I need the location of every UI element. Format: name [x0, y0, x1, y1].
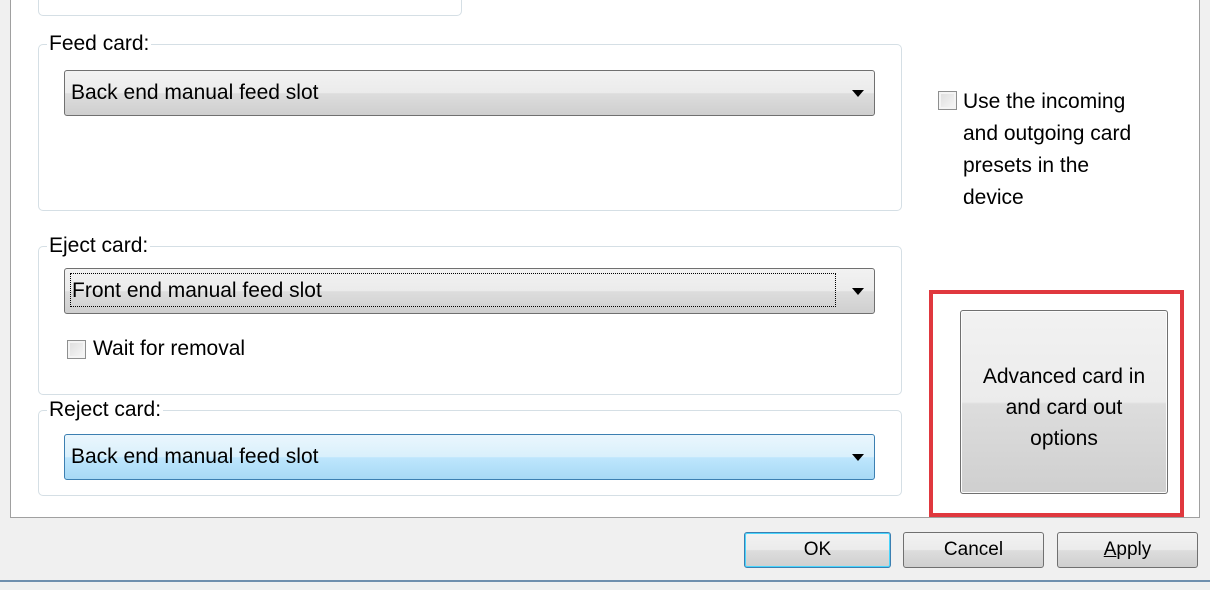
highlight-annotation-box	[929, 290, 1184, 517]
apply-button[interactable]: Apply	[1057, 532, 1198, 568]
eject-card-label: Eject card:	[47, 233, 151, 259]
presets-label-line: Use the incoming	[963, 90, 1126, 113]
reject-card-label: Reject card:	[47, 397, 164, 423]
reject-card-value: Back end manual feed slot	[71, 445, 319, 468]
wait-for-removal-checkbox[interactable]	[67, 340, 86, 359]
ok-button-label: OK	[803, 539, 832, 560]
apply-button-label: Apply	[1104, 539, 1152, 560]
feed-card-value: Back end manual feed slot	[71, 81, 319, 104]
presets-label-line: presets in the	[963, 154, 1090, 177]
reject-card-dropdown[interactable]: Back end manual feed slot	[64, 434, 875, 480]
eject-card-dropdown[interactable]: Front end manual feed slot	[64, 268, 875, 314]
chevron-down-icon[interactable]	[852, 454, 864, 461]
feed-card-label: Feed card:	[47, 31, 152, 57]
presets-label-line: device	[963, 186, 1024, 209]
chevron-down-icon[interactable]	[852, 90, 864, 97]
cancel-button[interactable]: Cancel	[903, 532, 1044, 568]
eject-card-value: Front end manual feed slot	[70, 273, 836, 307]
presets-label-line: and outgoing card	[963, 122, 1132, 145]
previous-group-box	[38, 0, 462, 16]
apply-label-rest: pply	[1116, 539, 1152, 560]
apply-mnemonic: A	[1103, 539, 1117, 560]
feed-card-dropdown[interactable]: Back end manual feed slot	[64, 70, 875, 116]
cancel-button-label: Cancel	[943, 539, 1004, 560]
use-device-presets-checkbox[interactable]	[938, 91, 957, 110]
use-device-presets-label[interactable]: Use the incoming and outgoing card prese…	[963, 86, 1193, 214]
ok-button[interactable]: OK	[744, 532, 891, 568]
chevron-down-icon[interactable]	[852, 288, 864, 295]
window-bottom-border	[0, 580, 1210, 582]
wait-for-removal-label[interactable]: Wait for removal	[93, 336, 245, 362]
